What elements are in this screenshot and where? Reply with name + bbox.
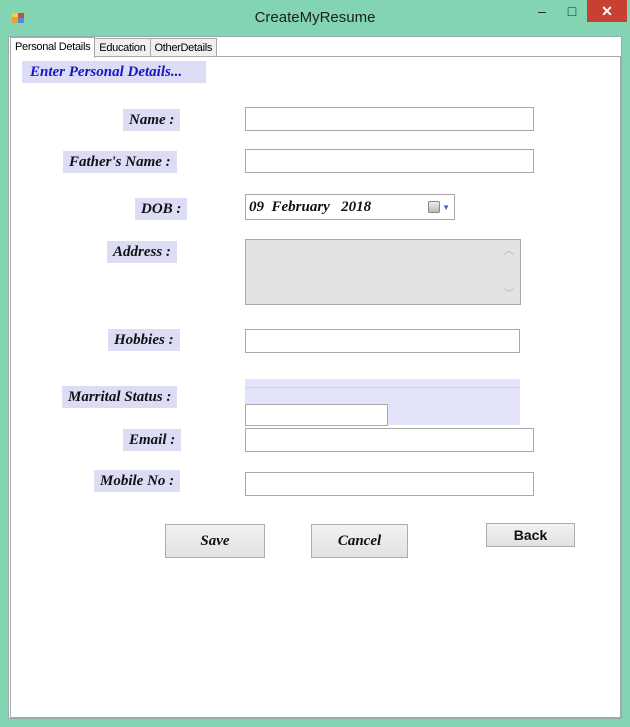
dob-month: February — [271, 199, 330, 215]
scroll-up-icon[interactable]: ︿ — [504, 242, 514, 257]
maximize-button[interactable]: □ — [558, 0, 586, 22]
calendar-icon[interactable] — [428, 201, 440, 213]
client-area: Personal Details Education OtherDetails … — [8, 36, 622, 719]
dob-label: DOB : — [135, 198, 188, 220]
cancel-button[interactable]: Cancel — [311, 524, 408, 558]
marital-status-label: Marrital Status : — [62, 386, 178, 408]
personal-details-page: Enter Personal Details... Name : Father'… — [10, 56, 621, 718]
tab-strip: Personal Details Education OtherDetails — [10, 37, 218, 58]
address-textarea[interactable]: ︿ ﹀ — [245, 239, 521, 305]
mobile-label: Mobile No : — [94, 470, 181, 492]
tab-personal-details[interactable]: Personal Details — [10, 37, 96, 58]
dob-year: 2018 — [341, 199, 372, 215]
panel-divider — [245, 387, 520, 388]
minimize-button[interactable]: – — [528, 0, 556, 22]
dropdown-arrow-icon[interactable]: ▼ — [442, 196, 450, 220]
back-button[interactable]: Back — [486, 523, 575, 547]
section-heading: Enter Personal Details... — [22, 61, 206, 83]
hobbies-input[interactable] — [245, 329, 520, 353]
close-button[interactable]: ✕ — [587, 0, 627, 22]
dob-day: 09 — [249, 199, 264, 215]
save-button[interactable]: Save — [165, 524, 265, 558]
hobbies-label: Hobbies : — [108, 329, 180, 351]
dob-date-picker[interactable]: 09 February 2018 ▼ — [245, 194, 455, 220]
marital-status-box[interactable] — [245, 404, 388, 426]
title-bar[interactable]: CreateMyResume – □ ✕ — [0, 0, 630, 36]
tab-education[interactable]: Education — [94, 38, 151, 57]
scroll-down-icon[interactable]: ﹀ — [504, 285, 514, 300]
mobile-input[interactable] — [245, 472, 534, 496]
fathers-name-label: Father's Name : — [63, 151, 177, 173]
fathers-name-input[interactable] — [245, 149, 534, 173]
tab-other-details[interactable]: OtherDetails — [149, 38, 218, 57]
app-window: CreateMyResume – □ ✕ Personal Details Ed… — [0, 0, 630, 727]
email-label: Email : — [123, 429, 182, 451]
address-label: Address : — [107, 241, 177, 263]
name-label: Name : — [123, 109, 181, 131]
email-input[interactable] — [245, 428, 534, 452]
name-input[interactable] — [245, 107, 534, 131]
